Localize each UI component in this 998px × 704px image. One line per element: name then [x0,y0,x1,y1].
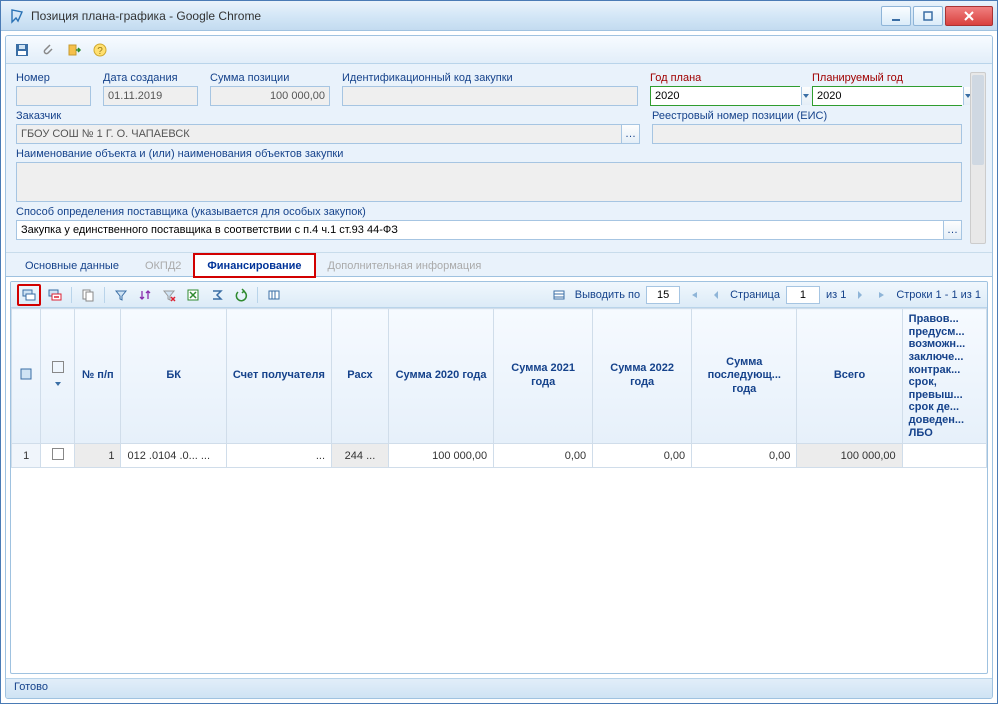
object-name-textarea[interactable] [16,162,962,202]
cell-legal [902,444,986,468]
cell-sum2022: 0,00 [593,444,692,468]
status-bar: Готово [6,678,992,698]
grid-table-wrap[interactable]: № п/п БК Счет получателя Расх Сумма 2020… [11,308,987,673]
prev-page-icon[interactable] [708,287,724,303]
col-settings-icon[interactable] [12,309,41,444]
registry-input[interactable] [652,124,962,144]
top-toolbar: ? [6,36,992,64]
delete-row-icon[interactable] [45,285,65,305]
col-sum2022[interactable]: Сумма 2022 года [593,309,692,444]
copy-icon[interactable] [78,285,98,305]
window-controls [879,6,993,26]
col-sum-next[interactable]: Сумма последующ... года [692,309,797,444]
planned-year-combo[interactable] [812,86,962,106]
cell-sum-next: 0,00 [692,444,797,468]
titlebar: Позиция плана-графика - Google Chrome [1,1,997,31]
supplier-method-label: Способ определения поставщика (указывает… [16,206,962,218]
excel-export-icon[interactable] [183,285,203,305]
output-by-input[interactable] [646,286,680,304]
last-page-icon[interactable] [874,287,890,303]
registry-label: Реестровый номер позиции (ЕИС) [652,110,962,122]
filter-icon[interactable] [111,285,131,305]
cell-bk: 012 .0104 .0... ... [121,444,226,468]
year-plan-combo[interactable] [650,86,800,106]
nomer-input[interactable] [16,86,91,106]
tabs: Основные данные ОКПД2 Финансирование Доп… [6,253,992,277]
col-sum2020[interactable]: Сумма 2020 года [388,309,493,444]
supplier-method-input[interactable] [16,220,944,240]
sum-position-label: Сумма позиции [210,72,330,84]
svg-text:?: ? [97,46,103,57]
app-window: Позиция плана-графика - Google Chrome ? … [0,0,998,704]
clear-filter-icon[interactable] [159,285,179,305]
save-icon[interactable] [12,40,32,60]
add-row-icon[interactable] [17,284,41,306]
customer-label: Заказчик [16,110,640,122]
tab-main-data[interactable]: Основные данные [12,254,132,277]
date-created-label: Дата создания [103,72,198,84]
chevron-down-icon[interactable] [801,87,810,105]
page-of-label: из 1 [826,289,846,301]
grid-header-row: № п/п БК Счет получателя Расх Сумма 2020… [12,309,987,444]
col-bk[interactable]: БК [121,309,226,444]
tab-financing[interactable]: Финансирование [194,254,314,277]
planned-year-label: Планируемый год [812,72,962,84]
maximize-button[interactable] [913,6,943,26]
col-legal[interactable]: Правов... предусм... возможн... заключе.… [902,309,986,444]
sum-icon[interactable] [207,285,227,305]
window-title: Позиция плана-графика - Google Chrome [31,9,879,23]
first-page-icon[interactable] [686,287,702,303]
tab-additional[interactable]: Дополнительная информация [315,254,495,277]
page-input[interactable] [786,286,820,304]
cell-select[interactable] [41,444,75,468]
col-npp[interactable]: № п/п [75,309,121,444]
col-total[interactable]: Всего [797,309,902,444]
col-rash[interactable]: Расх [332,309,389,444]
grid-view-icon[interactable] [549,285,569,305]
cell-rash: 244 ... [332,444,389,468]
cell-sum2020: 100 000,00 [388,444,493,468]
grid-toolbar: 2 Выводить по Страница из 1 Строки 1 - 1… [11,282,987,308]
help-icon[interactable]: ? [90,40,110,60]
planned-year-value[interactable] [813,87,963,105]
refresh-icon[interactable] [231,285,251,305]
tab-okpd2[interactable]: ОКПД2 [132,254,194,277]
col-select-all[interactable] [41,309,75,444]
form-scrollbar[interactable] [970,72,986,244]
close-button[interactable] [945,6,993,26]
col-sum2021[interactable]: Сумма 2021 года [494,309,593,444]
cell-account: ... [226,444,331,468]
cell-total: 100 000,00 [797,444,902,468]
grid-panel: 2 Выводить по Страница из 1 Строки 1 - 1… [10,281,988,674]
year-plan-value[interactable] [651,87,801,105]
status-text: Готово [14,681,48,693]
form-area: Номер Дата создания Сумма позиции Иденти… [6,64,992,253]
col-account[interactable]: Счет получателя [226,309,331,444]
ident-code-label: Идентификационный код закупки [342,72,638,84]
customer-lookup-button[interactable]: … [622,124,640,144]
rows-info: Строки 1 - 1 из 1 [896,289,981,301]
page-label: Страница [730,289,780,301]
minimize-button[interactable] [881,6,911,26]
cell-rownum: 1 [12,444,41,468]
grid-table: № п/п БК Счет получателя Расх Сумма 2020… [11,308,987,468]
date-created-input[interactable] [103,86,198,106]
export-icon[interactable] [64,40,84,60]
cell-sum2021: 0,00 [494,444,593,468]
sum-position-input[interactable] [210,86,330,106]
next-page-icon[interactable] [852,287,868,303]
customer-input[interactable] [16,124,622,144]
year-plan-label: Год плана [650,72,800,84]
app-icon [9,8,25,24]
nomer-label: Номер [16,72,91,84]
output-by-label: Выводить по [575,289,640,301]
attach-icon[interactable] [38,40,58,60]
columns-icon[interactable] [264,285,284,305]
sort-icon[interactable] [135,285,155,305]
cell-npp: 1 [75,444,121,468]
supplier-method-lookup-button[interactable]: … [944,220,962,240]
ident-code-input[interactable] [342,86,638,106]
table-row[interactable]: 1 1 012 .0104 .0... ... ... 244 ... 100 … [12,444,987,468]
object-name-label: Наименование объекта и (или) наименовани… [16,148,962,160]
